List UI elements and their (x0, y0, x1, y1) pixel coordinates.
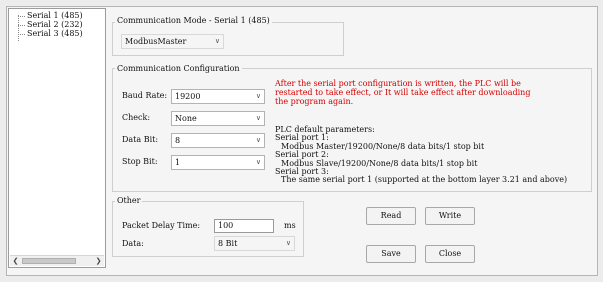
packet-delay-unit: ms (284, 221, 296, 230)
other-title: Other (115, 196, 143, 206)
horizontal-scrollbar[interactable]: ❮ ❯ (10, 255, 104, 266)
warning-line: the program again. (275, 97, 354, 106)
communication-config-title: Communication Configuration (115, 64, 242, 74)
warning-line: restarted to take effect, or It will tak… (275, 88, 531, 97)
data-select[interactable]: 8 Bit ∨ (214, 236, 295, 251)
tree-item-label: Serial 2 (232) (27, 20, 83, 29)
chevron-left-icon[interactable]: ❮ (10, 256, 21, 266)
communication-mode-title: Communication Mode - Serial 1 (485) (115, 16, 272, 26)
chevron-down-icon: ∨ (255, 92, 261, 100)
check-value: None (175, 114, 197, 123)
data-bit-select[interactable]: 8 ∨ (171, 133, 265, 148)
mode-select[interactable]: ModbusMaster ∨ (121, 34, 224, 49)
chevron-right-icon[interactable]: ❯ (93, 256, 104, 266)
baud-rate-value: 19200 (175, 92, 201, 101)
save-button[interactable]: Save (366, 245, 416, 263)
mode-select-value: ModbusMaster (125, 37, 187, 46)
chevron-down-icon: ∨ (214, 37, 220, 45)
write-button[interactable]: Write (425, 207, 475, 225)
check-label: Check: (122, 113, 151, 122)
chevron-down-icon: ∨ (285, 239, 291, 247)
tree-item-label: Serial 1 (485) (27, 11, 83, 20)
chevron-down-icon: ∨ (255, 158, 261, 166)
serial-port-tree: Serial 1 (485) Serial 2 (232) Serial 3 (… (8, 8, 106, 268)
check-select[interactable]: None ∨ (171, 111, 265, 126)
default-parameters: PLC default parameters: Serial port 1: M… (275, 125, 568, 185)
chevron-down-icon: ∨ (255, 114, 261, 122)
baud-rate-label: Baud Rate: (122, 91, 168, 100)
params-line: The same serial port 1 (supported at the… (281, 175, 568, 185)
warning-line: After the serial port configuration is w… (275, 79, 521, 88)
baud-rate-select[interactable]: 19200 ∨ (171, 89, 265, 104)
scrollbar-thumb[interactable] (22, 258, 76, 264)
data-label: Data: (122, 239, 144, 248)
restart-warning: After the serial port configuration is w… (275, 79, 530, 106)
stop-bit-value: 1 (175, 158, 181, 167)
data-select-value: 8 Bit (218, 239, 238, 248)
data-bit-value: 8 (175, 136, 181, 145)
stop-bit-label: Stop Bit: (122, 157, 158, 166)
packet-delay-label: Packet Delay Time: (122, 221, 201, 230)
stop-bit-select[interactable]: 1 ∨ (171, 155, 265, 170)
close-button[interactable]: Close (425, 245, 475, 263)
read-button[interactable]: Read (366, 207, 416, 225)
tree-item-label: Serial 3 (485) (27, 29, 83, 38)
packet-delay-input[interactable]: 100 (214, 219, 274, 233)
chevron-down-icon: ∨ (255, 136, 261, 144)
tree-item-serial-3[interactable]: Serial 3 (485) (18, 29, 83, 39)
data-bit-label: Data Bit: (122, 135, 159, 144)
